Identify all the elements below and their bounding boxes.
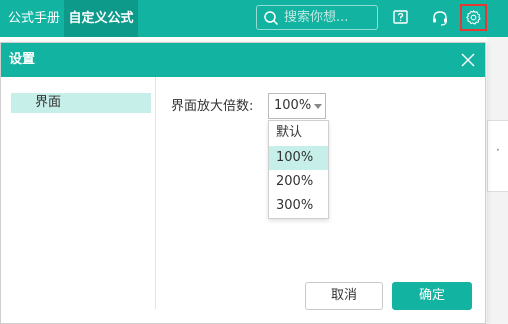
- zoom-dropdown: 默认 100% 200% 300%: [268, 120, 329, 219]
- confirm-button[interactable]: 确定: [392, 282, 472, 310]
- dialog-title: 设置: [9, 52, 36, 67]
- help-icon[interactable]: [392, 9, 410, 27]
- zoom-select[interactable]: 100%: [268, 93, 326, 119]
- close-icon[interactable]: [461, 53, 475, 67]
- search-placeholder: 搜索你想...: [284, 10, 349, 25]
- sidebar-item-interface[interactable]: 界面: [11, 93, 151, 113]
- top-bar: 公式手册 自定义公式 搜索你想...: [0, 0, 508, 37]
- zoom-option-100[interactable]: 100%: [269, 146, 328, 170]
- headset-icon[interactable]: [431, 9, 449, 27]
- zoom-option-200[interactable]: 200%: [269, 170, 328, 194]
- tab-custom-formula[interactable]: 自定义公式: [64, 0, 138, 37]
- tab-formula-manual[interactable]: 公式手册: [6, 0, 62, 37]
- zoom-option-default[interactable]: 默认: [269, 121, 328, 145]
- gear-icon: [466, 10, 481, 25]
- search-icon: [264, 11, 279, 26]
- dialog-header: 设置: [1, 43, 485, 77]
- search-input[interactable]: 搜索你想...: [256, 5, 378, 30]
- settings-dialog: 设置 界面 界面放大倍数: 100% 默认 100% 200% 300% 取消 …: [0, 42, 486, 324]
- zoom-select-value: 100%: [274, 98, 312, 113]
- chevron-down-icon: [314, 104, 322, 109]
- cancel-button[interactable]: 取消: [305, 282, 383, 310]
- background-dot: ·: [496, 143, 500, 157]
- settings-button[interactable]: [460, 4, 487, 31]
- zoom-option-300[interactable]: 300%: [269, 194, 328, 218]
- settings-sidebar: 界面: [1, 77, 156, 309]
- zoom-label: 界面放大倍数:: [171, 99, 254, 114]
